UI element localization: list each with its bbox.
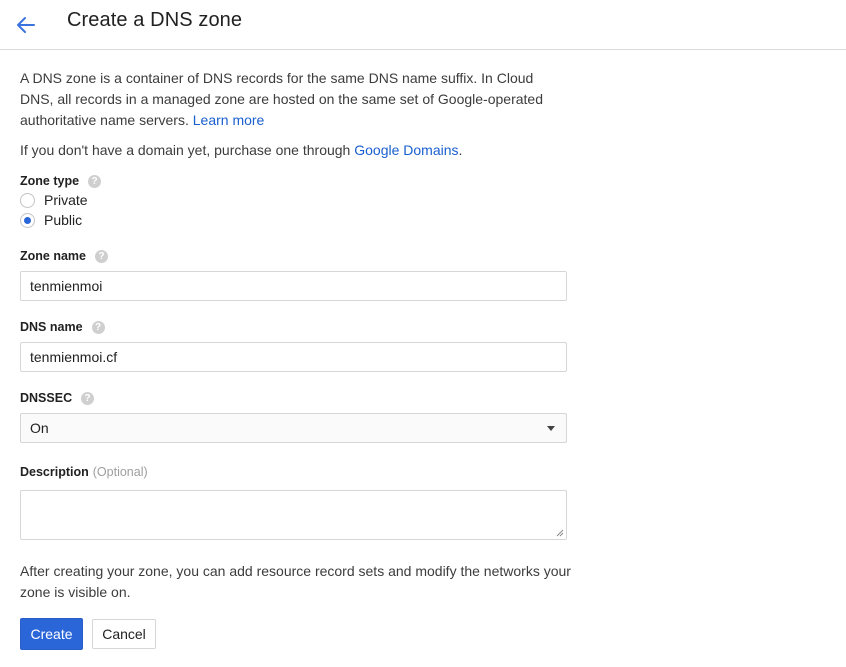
dnssec-select[interactable]: On [20,413,567,443]
dnssec-group: DNSSEC ? On [20,389,580,443]
dns-name-label: DNS name ? [20,318,580,336]
outro-text: After creating your zone, you can add re… [20,563,571,600]
chevron-down-icon [547,425,555,431]
help-icon[interactable]: ? [95,249,108,263]
zone-type-label-text: Zone type [20,174,80,188]
page-title: Create a DNS zone [67,9,243,31]
dns-name-input[interactable]: tenmienmoi.cf [20,342,567,372]
zone-name-group: Zone name ? tenmienmoi [20,247,580,301]
domain-hint: If you don't have a domain yet, purchase… [20,140,570,161]
dns-name-group: DNS name ? tenmienmoi.cf [20,318,580,372]
back-button[interactable] [13,12,39,38]
zone-name-label: Zone name ? [20,247,580,265]
domain-hint-suffix: . [458,142,463,158]
help-icon[interactable]: ? [88,174,102,188]
learn-more-link[interactable]: Learn more [193,112,265,128]
create-button[interactable]: Create [20,618,83,650]
radio-checked[interactable] [20,212,35,228]
dnssec-selected-value: On [30,420,49,436]
radio-label-public: Public [44,212,83,228]
domain-hint-text: If you don't have a domain yet, purchase… [20,142,355,158]
zone-type-public-radio[interactable]: Public [20,210,580,230]
zone-type-label: Zone type ? [20,172,580,190]
radio-unchecked[interactable] [20,192,35,208]
help-icon[interactable]: ? [81,391,95,405]
google-domains-link[interactable]: Google Domains [354,142,458,158]
zone-name-input[interactable]: tenmienmoi [20,271,567,301]
cancel-button[interactable]: Cancel [92,619,156,649]
intro-text: A DNS zone is a container of DNS records… [20,68,570,131]
optional-hint: (Optional) [92,465,148,479]
dnssec-label: DNSSEC ? [20,389,580,407]
help-icon[interactable]: ? [91,320,105,334]
zone-type-group: Zone type ? Private Public [20,172,580,230]
page-header: Create a DNS zone [0,0,846,50]
radio-label-private: Private [44,192,88,208]
description-textarea[interactable] [20,490,567,540]
zone-type-private-radio[interactable]: Private [20,190,580,210]
create-zone-form: A DNS zone is a container of DNS records… [20,68,580,650]
intro-description: A DNS zone is a container of DNS records… [20,70,543,128]
arrow-left-icon [17,17,35,33]
dnssec-label-text: DNSSEC [20,391,73,405]
description-label-text: Description [20,465,89,479]
form-actions: Create Cancel [20,618,580,650]
zone-name-label-text: Zone name [20,249,86,263]
dns-name-label-text: DNS name [20,320,83,334]
description-group: Description (Optional) [20,463,580,540]
resize-handle-icon[interactable] [556,529,564,537]
description-label: Description (Optional) [20,463,580,481]
